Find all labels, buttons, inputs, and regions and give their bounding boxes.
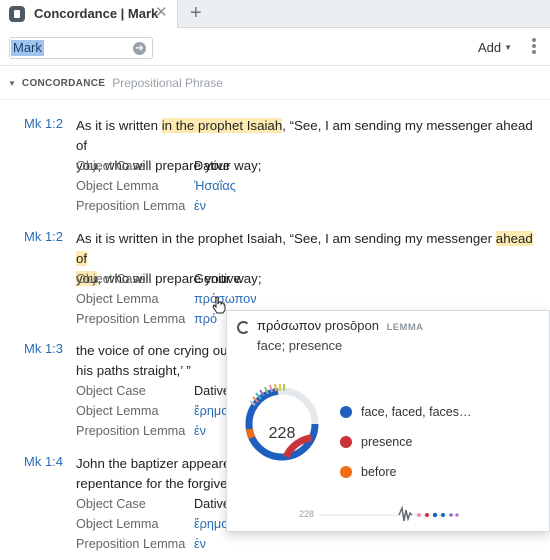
tab-bar: Concordance | Mark ✕ +	[0, 0, 550, 28]
section-subtitle: Prepositional Phrase	[112, 76, 223, 90]
object-case-value: Dative	[194, 384, 230, 398]
section-header[interactable]: ▼ CONCORDANCE Prepositional Phrase	[8, 76, 223, 90]
collapse-caret-icon[interactable]: ▼	[8, 79, 16, 88]
verse-reference[interactable]: Mk 1:2	[24, 229, 63, 244]
object-case-value: Dative	[194, 159, 230, 173]
chevron-down-icon: ▼	[504, 43, 513, 52]
object-case-value: Genitive	[194, 272, 241, 286]
lemma-popover: πρόσωπον prosōpon LEMMA face; presence 2…	[226, 310, 550, 532]
sense-donut-chart[interactable]	[241, 383, 323, 465]
verse-reference[interactable]: Mk 1:4	[24, 454, 63, 469]
search-input[interactable]: Mark ➔	[9, 37, 153, 59]
hand-cursor-icon	[212, 296, 226, 314]
legend-item-before[interactable]: before	[340, 463, 396, 481]
divider	[0, 99, 550, 100]
object-lemma-link[interactable]: ἔρημο	[194, 401, 228, 421]
toolbar: Mark ➔ Add ▼	[0, 28, 550, 66]
object-lemma-link[interactable]: ἔρημο	[194, 514, 228, 534]
go-arrow-icon[interactable]: ➔	[133, 42, 146, 55]
verse-reference[interactable]: Mk 1:2	[24, 116, 63, 131]
concordance-icon	[9, 6, 25, 22]
legend-item-presence[interactable]: presence	[340, 433, 412, 451]
add-tab-icon[interactable]: +	[190, 1, 202, 25]
lemma-icon	[237, 321, 250, 334]
search-value[interactable]: Mark	[11, 40, 44, 56]
close-icon[interactable]: ✕	[155, 4, 168, 22]
add-button[interactable]: Add ▼	[478, 40, 512, 55]
popover-gloss: face; presence	[257, 338, 343, 353]
preposition-lemma-link[interactable]: ἐν	[194, 196, 206, 216]
legend-dot	[340, 436, 352, 448]
verse-reference[interactable]: Mk 1:3	[24, 341, 63, 356]
preposition-lemma-link[interactable]: ἐν	[194, 421, 206, 441]
object-case-value: Dative	[194, 497, 230, 511]
highlighted-phrase: in the prophet Isaiah	[161, 118, 283, 133]
section-title: CONCORDANCE	[21, 77, 106, 89]
distribution-sparkline[interactable]	[299, 505, 479, 525]
add-button-label: Add	[478, 40, 502, 55]
more-options-icon[interactable]	[530, 38, 538, 56]
tab-concordance[interactable]: Concordance | Mark ✕	[0, 0, 178, 28]
popover-heading: πρόσωπον prosōpon LEMMA	[257, 318, 423, 333]
legend-dot	[340, 406, 352, 418]
lemma-badge: LEMMA	[386, 322, 424, 333]
popover-transliteration: prosōpon	[324, 318, 379, 333]
preposition-lemma-link[interactable]: ἐν	[194, 534, 206, 554]
donut-total: 228	[268, 425, 296, 442]
legend-dot	[340, 466, 352, 478]
legend-item-face[interactable]: face, faced, faces…	[340, 403, 471, 421]
object-lemma-link[interactable]: Ἠσαΐας	[194, 176, 236, 196]
popover-lemma[interactable]: πρόσωπον	[257, 318, 321, 333]
tab-title: Concordance | Mark	[34, 6, 159, 21]
